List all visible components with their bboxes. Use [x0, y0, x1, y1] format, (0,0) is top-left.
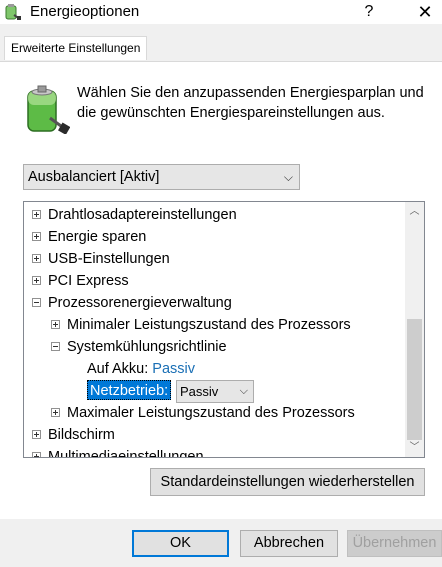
restore-defaults-button[interactable]: Standardeinstellungen wiederherstellen [150, 468, 425, 496]
tree-item-on-battery[interactable]: Auf Akku: Passiv [87, 358, 195, 380]
tab-strip: Erweiterte Einstellungen [0, 24, 442, 62]
title-bar: Energieoptionen ? ✕ [0, 0, 442, 24]
collapse-icon[interactable] [51, 341, 60, 351]
expand-icon[interactable] [32, 209, 41, 219]
tab-advanced-settings[interactable]: Erweiterte Einstellungen [4, 36, 148, 60]
expand-icon[interactable] [32, 451, 41, 457]
tree-item-multimedia[interactable]: Multimediaeinstellungen [32, 446, 204, 457]
plugged-in-select[interactable]: Passiv ⌵ [176, 380, 254, 403]
tree-item-wireless[interactable]: Drahtlosadaptereinstellungen [32, 204, 237, 226]
window-title: Energieoptionen [30, 3, 140, 20]
expand-icon[interactable] [32, 429, 41, 439]
plugged-in-label: Netzbetrieb: [87, 380, 172, 400]
tree-item-plugged-in[interactable]: Netzbetrieb: Passiv ⌵ [87, 380, 327, 403]
plugged-in-value: Passiv [180, 384, 219, 399]
battery-plug-icon [27, 85, 70, 134]
tree-item-min-processor-state[interactable]: Minimaler Leistungszustand des Prozessor… [51, 314, 351, 336]
power-plan-select[interactable]: Ausbalanciert [Aktiv] ⌵ [23, 164, 300, 190]
expand-icon[interactable] [32, 231, 41, 241]
expand-icon[interactable] [32, 253, 41, 263]
tree-item-max-processor-state[interactable]: Maximaler Leistungszustand des Prozessor… [51, 402, 355, 424]
collapse-icon[interactable] [32, 297, 41, 307]
chevron-down-icon: ⌵ [283, 170, 293, 184]
tree-item-usb[interactable]: USB-Einstellungen [32, 248, 170, 270]
expand-icon[interactable] [32, 275, 41, 285]
help-button[interactable]: ? [356, 0, 382, 24]
scroll-up-icon[interactable]: ︿ [405, 202, 424, 221]
settings-tree[interactable]: Drahtlosadaptereinstellungen Energie spa… [23, 201, 425, 458]
tree-item-cooling-policy[interactable]: Systemkühlungsrichtlinie [51, 336, 227, 358]
chevron-down-icon: ⌵ [239, 385, 248, 397]
tree-item-energy-saving[interactable]: Energie sparen [32, 226, 146, 248]
expand-icon[interactable] [51, 407, 60, 417]
power-plan-value: Ausbalanciert [Aktiv] [28, 169, 160, 185]
tree-item-processor-power[interactable]: Prozessorenergieverwaltung [32, 292, 232, 314]
on-battery-value[interactable]: Passiv [152, 361, 195, 377]
power-options-icon [5, 4, 21, 20]
expand-icon[interactable] [51, 319, 60, 329]
cancel-button[interactable]: Abbrechen [240, 530, 338, 557]
settings-panel: Wählen Sie den anzupassenden Energiespar… [0, 61, 442, 519]
close-button[interactable]: ✕ [408, 0, 442, 24]
ok-button[interactable]: OK [132, 530, 229, 557]
scroll-down-icon[interactable]: ﹀ [405, 438, 424, 457]
dialog-footer: OK Abbrechen Übernehmen [0, 519, 442, 567]
tree-item-display[interactable]: Bildschirm [32, 424, 115, 446]
apply-button[interactable]: Übernehmen [347, 530, 442, 557]
tree-item-pci-express[interactable]: PCI Express [32, 270, 129, 292]
intro-text: Wählen Sie den anzupassenden Energiespar… [77, 85, 424, 121]
on-battery-label: Auf Akku: [87, 361, 149, 377]
tree-scrollbar[interactable]: ︿ ﹀ [405, 202, 424, 457]
scrollbar-thumb[interactable] [407, 319, 422, 440]
